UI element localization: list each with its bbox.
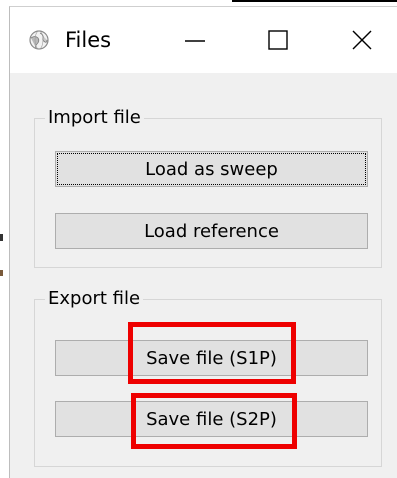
background-window-mark xyxy=(0,234,3,241)
window-title: Files xyxy=(65,28,112,52)
import-group-title: Import file xyxy=(45,106,144,130)
export-group-title: Export file xyxy=(45,287,144,311)
close-button[interactable] xyxy=(326,7,397,73)
save-file-s1p-button[interactable]: Save file (S1P) xyxy=(55,340,368,376)
maximize-icon xyxy=(268,30,288,50)
export-file-group: Export file Save file (S1P) Save file (S… xyxy=(34,287,382,467)
maximize-button[interactable] xyxy=(238,7,318,73)
minimize-button[interactable] xyxy=(155,7,235,73)
save-file-s1p-label: Save file (S1P) xyxy=(146,347,277,369)
save-file-s2p-label: Save file (S2P) xyxy=(146,408,277,430)
import-file-group: Import file Load as sweep Load reference xyxy=(34,106,382,268)
load-reference-button[interactable]: Load reference xyxy=(55,213,368,249)
files-dialog: Files Import file Load as sweep Load ref… xyxy=(9,6,397,478)
save-file-s2p-button[interactable]: Save file (S2P) xyxy=(55,401,368,437)
load-as-sweep-button[interactable]: Load as sweep xyxy=(55,151,368,187)
close-icon xyxy=(352,30,372,50)
minimize-icon xyxy=(185,40,205,42)
load-as-sweep-label: Load as sweep xyxy=(145,158,278,180)
background-window-mark xyxy=(0,270,3,276)
load-reference-label: Load reference xyxy=(144,220,279,242)
background-window-edge xyxy=(232,0,397,2)
app-globe-icon[interactable] xyxy=(28,29,50,51)
title-bar[interactable]: Files xyxy=(10,7,397,73)
